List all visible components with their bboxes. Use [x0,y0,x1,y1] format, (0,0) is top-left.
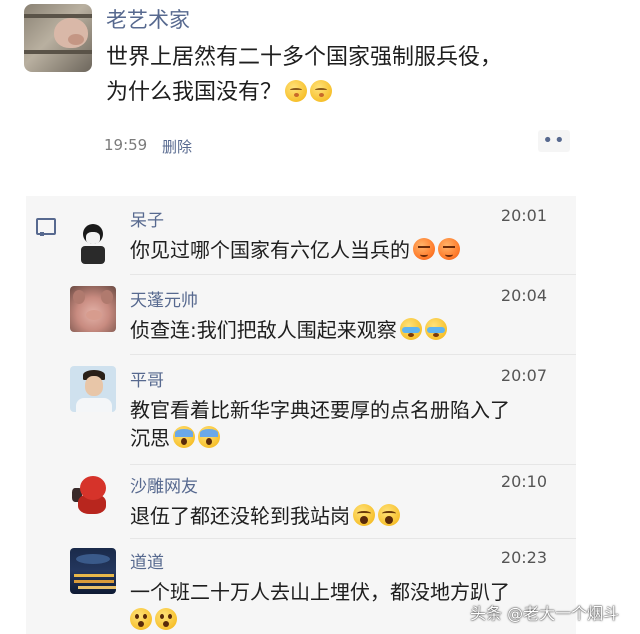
comment-time: 20:10 [500,472,547,491]
divider [130,274,576,275]
comment-time: 20:04 [500,286,547,305]
commenter-avatar[interactable] [70,366,116,412]
commenter-name[interactable]: 天蓬元帅 [130,286,198,311]
comments-section: 呆子 20:01 你见过哪个国家有六亿人当兵的 天蓬元帅 20:04 侦查连:我… [26,196,576,634]
post-text-line-1: 世界上居然有二十多个国家强制服兵役， [106,45,503,70]
author-avatar[interactable] [24,4,92,72]
commenter-avatar[interactable] [70,286,116,332]
commenter-avatar[interactable] [70,548,116,594]
wow-emoji-icon [130,608,152,630]
sob-emoji-icon [378,504,400,526]
comment-time: 20:23 [500,548,547,567]
scream-emoji-icon [173,426,195,448]
sob-emoji-icon [353,504,375,526]
post-text-line-2: 为什么我国没有？ [106,75,576,110]
divider [130,538,576,539]
comment-text-content: 侦查连:我们把敌人围起来观察 [130,318,397,342]
comment-time: 20:01 [500,206,547,225]
comment-text-line-1: 教官看着比新华字典还要厚的点名册陷入了 [130,398,510,422]
watermark: 头条 @老大一个烟斗 [470,604,620,623]
comment-text: 侦查连:我们把敌人围起来观察 [130,316,560,344]
comment-text-line-2-text: 沉思 [130,426,170,450]
post-time: 19:59 [104,136,148,154]
post-text: 世界上居然有二十多个国家强制服兵役， 为什么我国没有？ [106,40,576,110]
angry-emoji-icon [413,238,435,260]
wow-emoji-icon [155,608,177,630]
comment-time: 20:07 [500,366,547,385]
commenter-avatar[interactable] [70,472,116,518]
comment-text-content: 退伍了都还没轮到我站岗 [130,504,350,528]
divider [130,354,576,355]
commenter-avatar[interactable] [70,220,116,266]
crying-laughing-emoji-icon [424,318,447,340]
commenter-name[interactable]: 平哥 [130,366,164,391]
more-actions-button[interactable]: •• [538,130,570,152]
crying-laughing-emoji-icon [399,318,422,340]
comment-icon [36,218,56,236]
scream-emoji-icon [198,426,220,448]
commenter-name[interactable]: 呆子 [130,206,164,231]
commenter-name[interactable]: 沙雕网友 [130,472,198,497]
commenter-name[interactable]: 道道 [130,548,164,573]
post-text-line-2-text: 为什么我国没有？ [106,80,283,105]
post: 老艺术家 世界上居然有二十多个国家强制服兵役， 为什么我国没有？ 19:59 删… [0,0,640,186]
comment-text-line-2: 沉思 [130,424,560,452]
comment-text: 你见过哪个国家有六亿人当兵的 [130,236,560,264]
delete-link[interactable]: 删除 [162,136,192,157]
comment-text-content: 你见过哪个国家有六亿人当兵的 [130,238,410,262]
comment-text: 教官看着比新华字典还要厚的点名册陷入了 沉思 [130,396,560,452]
kiss-emoji-icon [285,80,308,102]
divider [130,464,576,465]
kiss-emoji-icon [310,80,333,102]
angry-emoji-icon [438,238,460,260]
post-author-name[interactable]: 老艺术家 [106,4,190,34]
comment-text: 退伍了都还没轮到我站岗 [130,502,560,530]
